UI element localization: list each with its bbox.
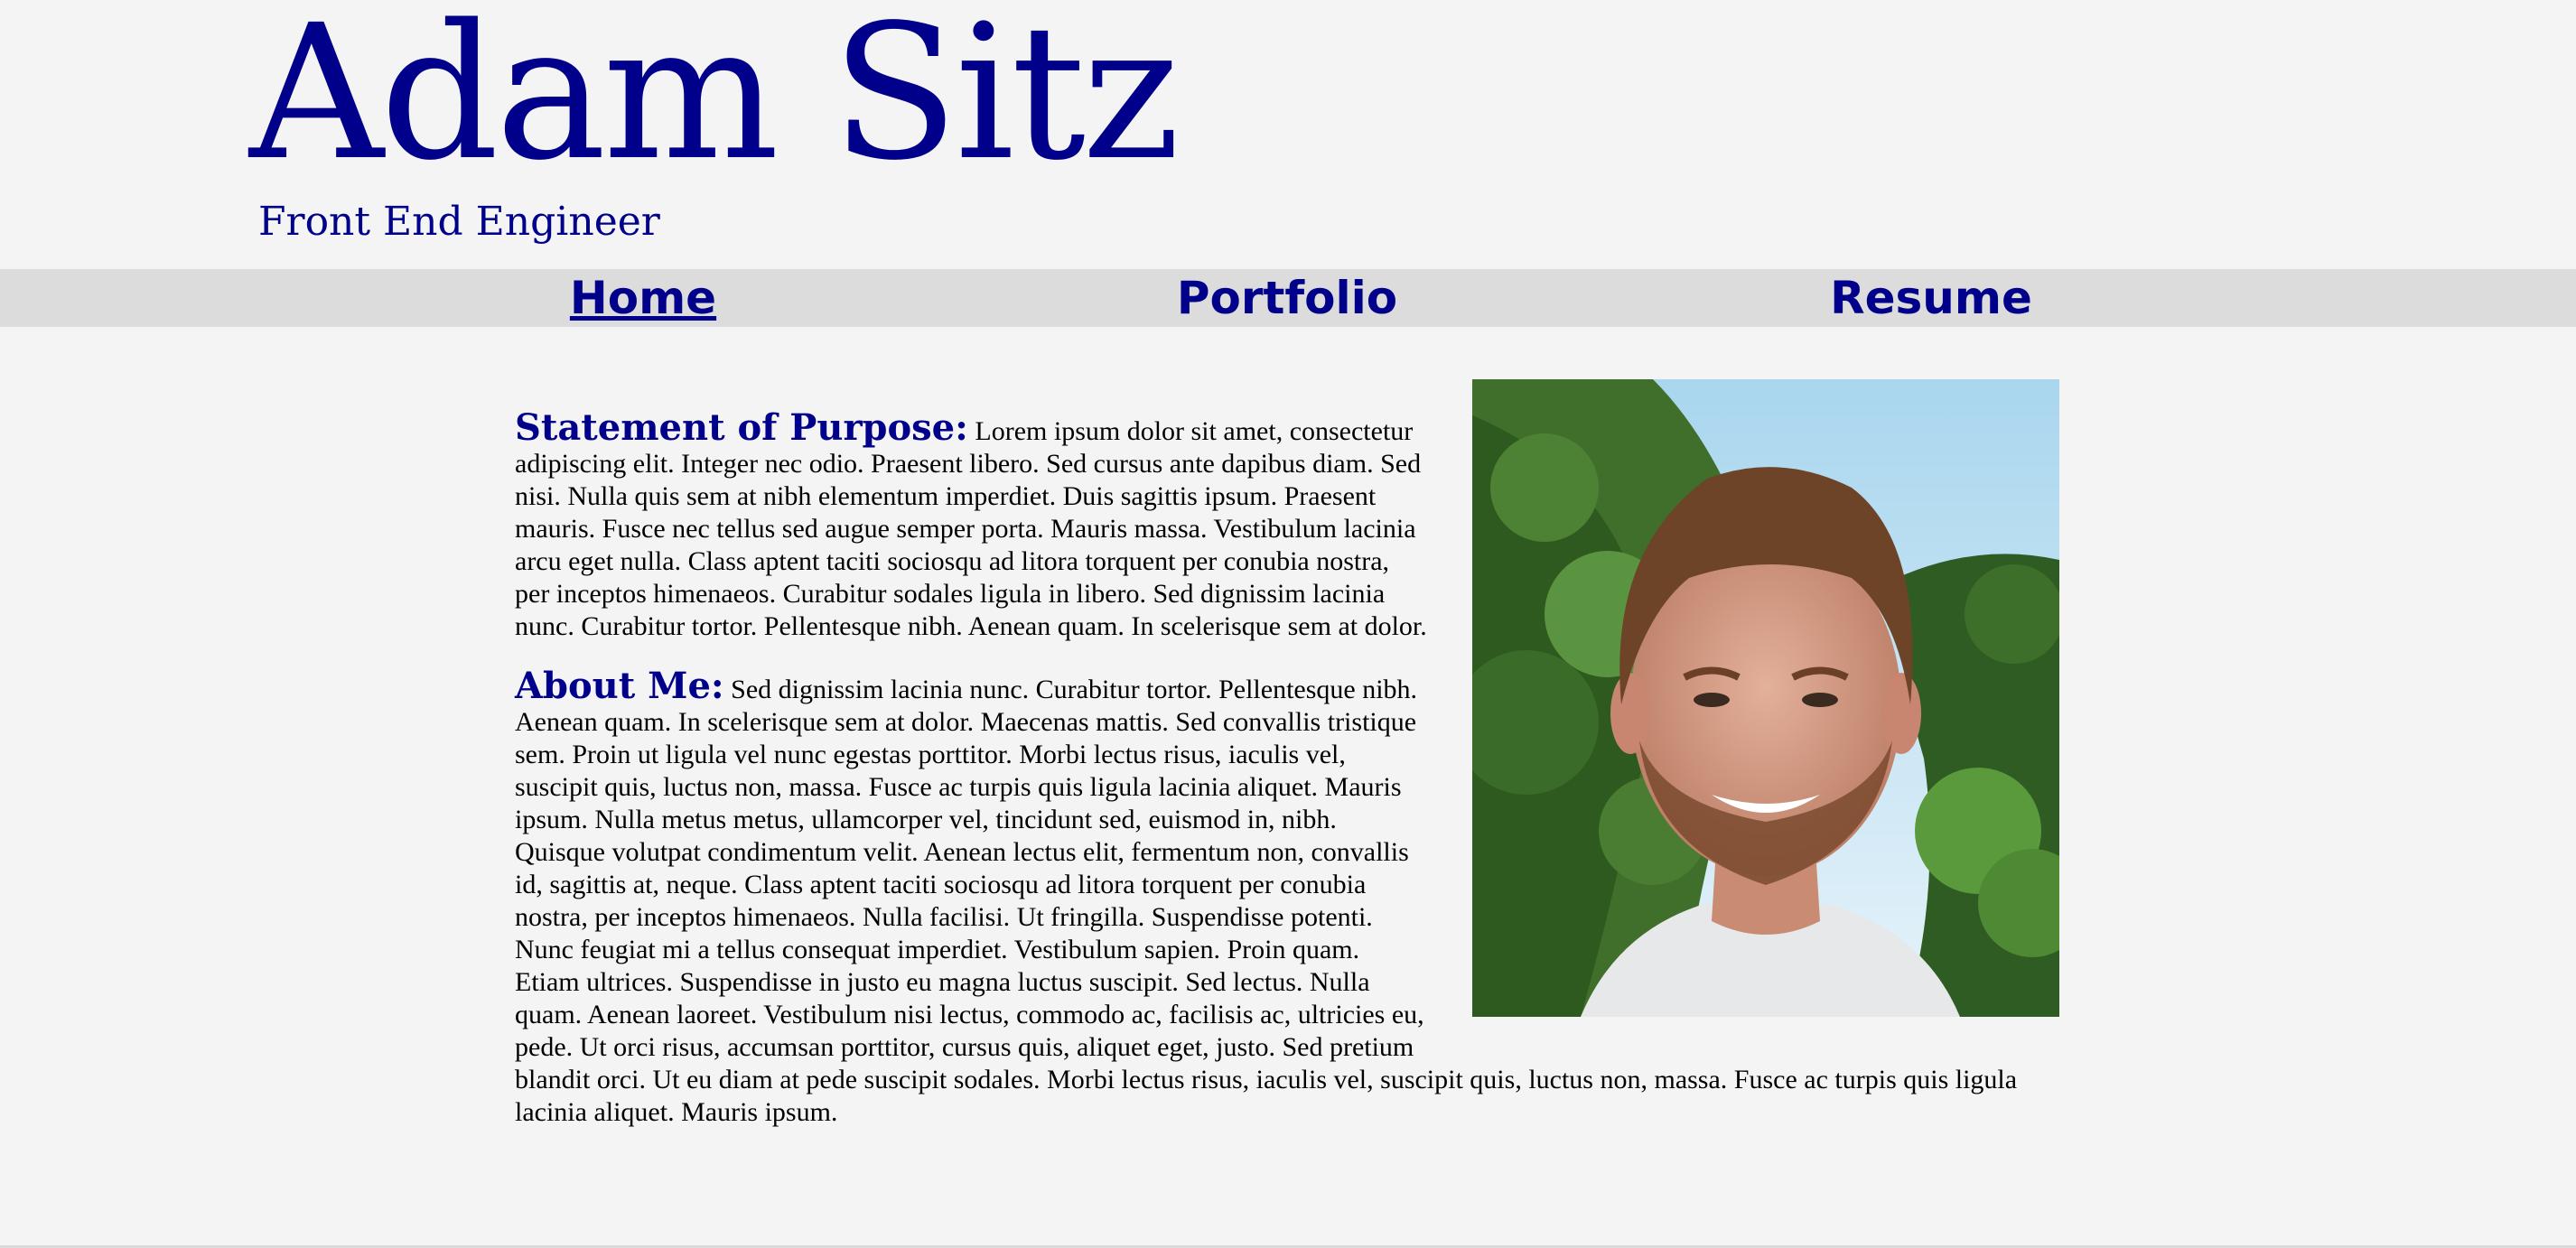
about-heading: About Me:: [515, 665, 724, 707]
main-content: Statement of Purpose: Lorem ipsum dolor …: [515, 379, 2059, 1129]
profile-photo: [1472, 379, 2059, 1017]
site-subtitle: Front End Engineer: [258, 199, 660, 245]
purpose-text: Lorem ipsum dolor sit amet, consectetur …: [515, 416, 1427, 641]
purpose-heading: Statement of Purpose:: [515, 406, 968, 449]
nav-bar: Home Portfolio Resume: [0, 269, 2576, 327]
nav-resume-link[interactable]: Resume: [1830, 269, 2032, 327]
nav-portfolio-link[interactable]: Portfolio: [1177, 269, 1397, 327]
site-title: Adam Sitz: [249, 0, 1181, 201]
nav-home-link[interactable]: Home: [570, 269, 716, 327]
